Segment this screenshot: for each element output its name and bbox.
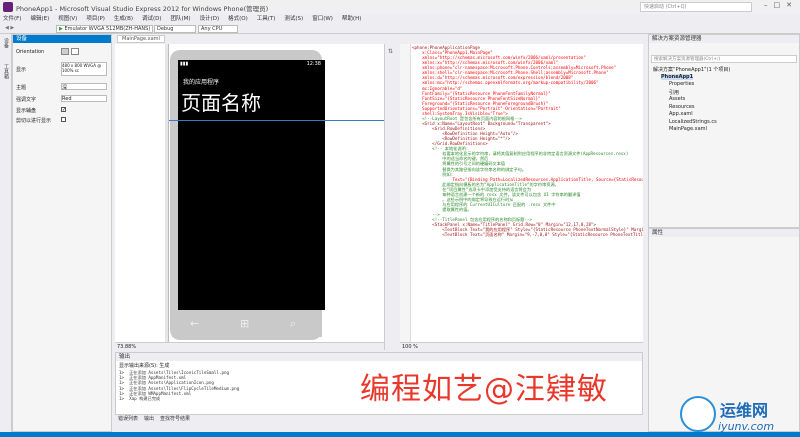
pane-splitter[interactable]: ⇅ bbox=[384, 44, 400, 350]
status-bar bbox=[0, 432, 800, 437]
phone-nav-bar: ← ⊞ ⌕ bbox=[172, 311, 322, 337]
properties-header: 属性 bbox=[649, 229, 799, 237]
solution-explorer: 解决方案资源管理器 搜索解决方案资源管理器(Ctrl+;) 解决方案“Phone… bbox=[648, 34, 800, 228]
tab-output[interactable]: 输出 bbox=[144, 416, 154, 422]
bottom-tabs: 错误列表 输出 查找符号结果 bbox=[115, 415, 643, 423]
toolbar: ◀ ▶ ▶ Emulator WVGA 512MB(ZH-HANS) Debug… bbox=[0, 24, 800, 34]
back-arrow-icon: ← bbox=[190, 317, 200, 330]
window-controls[interactable]: –□✕ bbox=[764, 1, 798, 9]
tree-item[interactable]: Properties bbox=[669, 81, 694, 87]
title-bar: PhoneApp1 - Microsoft Visual Studio Expr… bbox=[0, 0, 800, 14]
editor-statusbar: 100 % bbox=[400, 342, 643, 350]
accent-select[interactable]: Red bbox=[61, 95, 107, 102]
tree-item[interactable]: Assets bbox=[669, 96, 685, 102]
menu-tools[interactable]: 工具(T) bbox=[257, 16, 276, 22]
nav-back-forward-icon[interactable]: ◀ ▶ bbox=[3, 25, 16, 33]
tree-item[interactable]: MainPage.xaml bbox=[669, 126, 707, 132]
menu-design[interactable]: 设计(D) bbox=[200, 16, 220, 22]
display-select[interactable]: 480 x 800 WVGA @ 100% sc bbox=[61, 62, 107, 76]
code-line: <TextBlock Text="页面名称" Margin="9,-7,0,0"… bbox=[442, 232, 643, 238]
menu-file[interactable]: 文件(F) bbox=[3, 16, 21, 22]
designer-ruler bbox=[165, 44, 169, 350]
document-tabs: MainPage.xaml bbox=[115, 34, 643, 44]
selection-guide-line bbox=[169, 120, 384, 121]
orientation-label: Orientation bbox=[16, 49, 45, 55]
menu-debug[interactable]: 调试(D) bbox=[142, 16, 162, 22]
tab-mainpage[interactable]: MainPage.xaml bbox=[117, 35, 165, 43]
menu-view[interactable]: 视图(V) bbox=[58, 16, 77, 22]
device-panel-header: 设备 bbox=[13, 35, 111, 43]
menu-edit[interactable]: 编辑(E) bbox=[30, 16, 49, 22]
menu-build[interactable]: 生成(B) bbox=[114, 16, 133, 22]
start-debug-button[interactable]: ▶ Emulator WVGA 512MB(ZH-HANS) bbox=[56, 25, 154, 33]
output-header: 输出 bbox=[116, 353, 642, 361]
chrome-label: 显示辅盘 bbox=[16, 108, 37, 114]
theme-label: 主题 bbox=[16, 85, 27, 91]
tab-error-list[interactable]: 错误列表 bbox=[118, 416, 138, 422]
code-line: Text="{Binding Path=LocalizedResources.A… bbox=[452, 176, 643, 182]
tree-item[interactable]: LocalizedStrings.cs bbox=[669, 119, 717, 125]
toolbox-tab[interactable]: 工具箱 bbox=[3, 64, 10, 79]
menu-format[interactable]: 格式(O) bbox=[228, 16, 248, 22]
clip-label: 剪切以进行显示 bbox=[16, 118, 52, 124]
menu-team[interactable]: 团队(M) bbox=[171, 16, 191, 22]
solution-search-input[interactable]: 搜索解决方案资源管理器(Ctrl+;) bbox=[651, 55, 797, 63]
watermark-logo-icon bbox=[680, 396, 716, 432]
menu-project[interactable]: 项目(P) bbox=[86, 16, 105, 22]
status-time: 12:38 bbox=[306, 61, 321, 67]
theme-select[interactable]: 深 bbox=[61, 83, 107, 91]
accent-label: 强调文字 bbox=[16, 97, 37, 103]
watermark-url: iyunv.com bbox=[718, 420, 775, 433]
page-title-text: 页面名称 bbox=[181, 91, 261, 115]
xaml-code[interactable]: <phone:PhoneApplicationPage x:Class="Pho… bbox=[412, 45, 643, 341]
menu-window[interactable]: 窗口(W) bbox=[312, 16, 333, 22]
tree-item[interactable]: 引用 bbox=[669, 89, 679, 96]
tree-item[interactable]: 解决方案“PhoneApp1”(1 个项目) bbox=[653, 66, 730, 73]
quick-launch-input[interactable]: 快速启动 (Ctrl+Q) bbox=[640, 2, 752, 12]
editor-gutter bbox=[400, 44, 411, 342]
phone-screen[interactable]: ▮▮▮ 12:38 我的应用程序 页面名称 bbox=[178, 60, 325, 310]
tree-item[interactable]: App.xaml bbox=[669, 111, 693, 117]
editor-zoom[interactable]: 100 % bbox=[402, 344, 418, 350]
platform-select[interactable]: Any CPU bbox=[198, 25, 238, 33]
swap-panes-icon[interactable]: ⇅ bbox=[388, 48, 393, 55]
designer-zoom[interactable]: 73.88% bbox=[117, 344, 136, 350]
device-tab[interactable]: 设备 bbox=[3, 38, 10, 48]
window-title: PhoneApp1 - Microsoft Visual Studio Expr… bbox=[16, 5, 269, 13]
show-chrome-checkbox[interactable] bbox=[61, 107, 66, 112]
portrait-button[interactable] bbox=[61, 48, 69, 55]
visual-studio-icon bbox=[3, 2, 13, 12]
left-tool-strip: 设备 工具箱 bbox=[0, 34, 12, 432]
config-select[interactable]: Debug bbox=[154, 25, 196, 33]
solution-explorer-header: 解决方案资源管理器 bbox=[649, 35, 799, 43]
watermark-name: 运维网 bbox=[720, 401, 769, 420]
app-name-text: 我的应用程序 bbox=[183, 79, 220, 86]
author-caption: 编程如艺@汪肄敏 bbox=[360, 372, 608, 407]
menu-bar: 文件(F) 编辑(E) 视图(V) 项目(P) 生成(B) 调试(D) 团队(M) 设计(D)… bbox=[0, 14, 800, 24]
menu-test[interactable]: 测试(S) bbox=[284, 16, 303, 22]
windows-start-icon: ⊞ bbox=[240, 317, 250, 330]
search-icon: ⌕ bbox=[290, 317, 297, 330]
landscape-button[interactable] bbox=[71, 48, 79, 55]
tab-find-symbol[interactable]: 查找符号结果 bbox=[160, 416, 190, 422]
emulator-label: Emulator WVGA 512MB(ZH-HANS) bbox=[64, 26, 151, 32]
tree-item[interactable]: Resources bbox=[669, 104, 695, 110]
signal-icon: ▮▮▮ bbox=[180, 61, 189, 67]
tree-item[interactable]: PhoneApp1 bbox=[661, 73, 694, 80]
menu-help[interactable]: 帮助(H) bbox=[342, 16, 361, 22]
display-label: 显示 bbox=[16, 67, 27, 73]
clip-checkbox[interactable] bbox=[61, 117, 66, 122]
device-panel: 设备 Orientation 显示 480 x 800 WVGA @ 100% … bbox=[12, 34, 112, 432]
designer-statusbar: 73.88% bbox=[115, 342, 400, 350]
